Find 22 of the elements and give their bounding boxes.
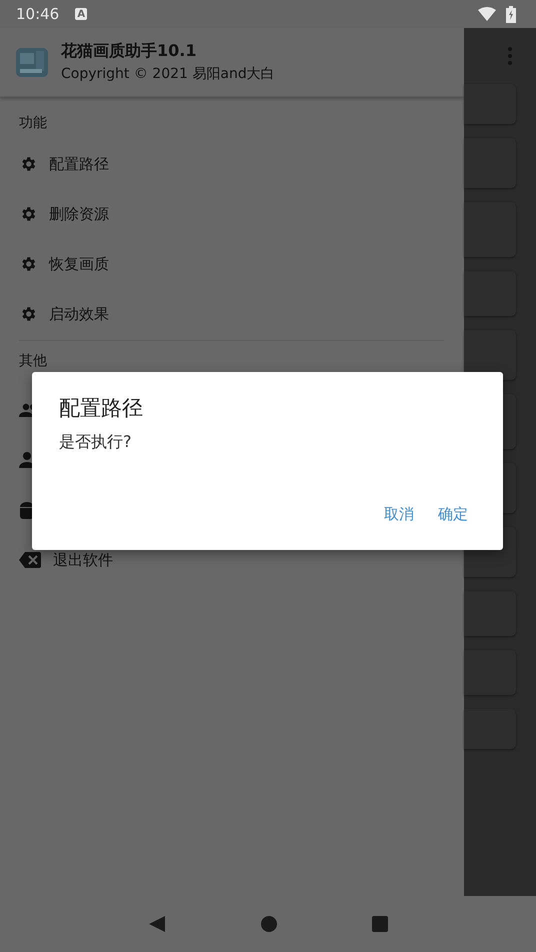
person-icon: [19, 452, 35, 468]
battery-icon: [506, 6, 516, 22]
backspace-icon: [19, 552, 41, 568]
home-icon[interactable]: [260, 916, 277, 932]
status-time: 10:46: [16, 5, 60, 23]
back-icon[interactable]: [148, 915, 166, 933]
dialog-button[interactable]: 确定: [430, 499, 476, 530]
menu-item[interactable]: 启动效果: [49, 306, 109, 322]
menu-item[interactable]: 删除资源: [49, 206, 109, 222]
section-title: 其他: [19, 353, 47, 369]
menu-item[interactable]: 退出软件: [53, 552, 113, 568]
dialog-message: 是否执行?: [59, 432, 132, 453]
dialog-button[interactable]: 取消: [376, 499, 422, 530]
notification-icon: A: [75, 8, 88, 20]
menu-item[interactable]: 配置路径: [49, 156, 109, 172]
menu-item[interactable]: 恢复画质: [49, 256, 109, 272]
dialog-title: 配置路径: [59, 395, 143, 422]
recents-icon[interactable]: [372, 916, 388, 932]
section-title: 功能: [19, 115, 47, 131]
copyright-text: Copyright © 2021 易阳and大白: [61, 65, 275, 83]
app-title: 花猫画质助手10.1: [61, 41, 198, 62]
wifi-icon: [478, 7, 496, 21]
